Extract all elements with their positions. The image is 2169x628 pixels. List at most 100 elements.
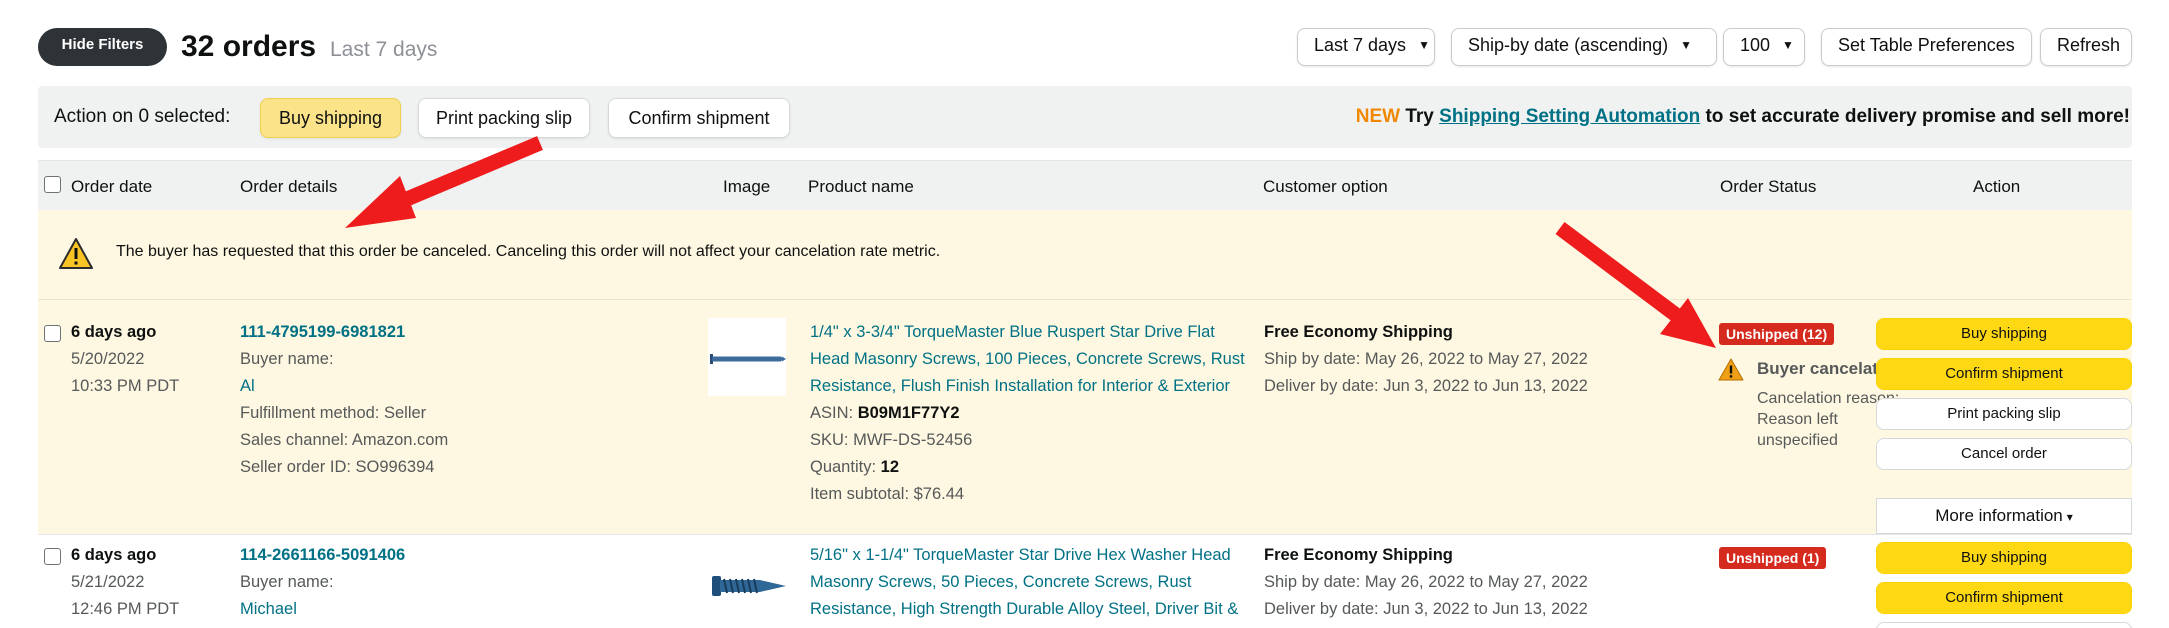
per-page-select[interactable]: 100 ▼ [1723,28,1805,66]
bulk-print-packing-slip-button[interactable]: Print packing slip [418,98,590,138]
header-action: Action [1973,177,2021,196]
order-age: 6 days ago [71,546,157,564]
header-product-name: Product name [808,177,914,196]
buyer-label: Buyer name: [240,350,334,368]
sort-value: Ship-by date (ascending) [1468,35,1669,55]
order-time: 12:46 PM PDT [71,600,180,618]
chevron-down-icon: ▼ [1418,38,1430,52]
shipping-option: Free Economy Shipping [1264,546,1453,564]
chevron-down-icon: ▼ [1680,38,1693,52]
product-thumbnail[interactable] [708,546,786,624]
order-id-link[interactable]: 114-2661166-5091406 [240,542,405,569]
asin-label: ASIN: [810,404,854,422]
order-checkbox[interactable] [44,325,61,342]
confirm-shipment-button[interactable]: Confirm shipment [1876,358,2132,390]
customer-option-cell: Free Economy Shipping Ship by date: May … [1264,319,1588,400]
customer-option-cell: Free Economy Shipping Ship by date: May … [1264,542,1588,623]
order-date: 5/21/2022 [71,573,145,591]
quantity-label: Quantity: [810,458,877,476]
order-details-cell: 114-2661166-5091406 Buyer name: Michael [240,542,405,623]
order-id-link[interactable]: 111-4795199-6981821 [240,319,448,346]
chevron-down-icon: ▼ [1782,38,1794,52]
fulfillment-method: Fulfillment method: Seller [240,404,427,422]
hide-filters-button[interactable]: Hide Filters [38,28,167,66]
product-name-line-3[interactable]: Resistance, Flush Finish Installation fo… [810,373,1245,400]
ship-by-date: Ship by date: May 26, 2022 to May 27, 20… [1264,573,1588,591]
date-range-select[interactable]: Last 7 days ▼ [1297,28,1435,66]
more-information-button[interactable]: More information ▾ [1876,498,2132,534]
buy-shipping-button[interactable]: Buy shipping [1876,318,2132,350]
product-name-line-2[interactable]: Head Masonry Screws, 100 Pieces, Concret… [810,346,1245,373]
buyer-name-link[interactable]: Michael [240,596,405,623]
header-order-status: Order Status [1720,177,1817,196]
orders-range: Last 7 days [330,38,438,61]
quantity-value: 12 [880,458,899,476]
product-cell: 1/4" x 3-3/4" TorqueMaster Blue Ruspert … [810,319,1245,508]
asin: ASIN: B09M1F77Y2 [810,400,1245,427]
sort-select[interactable]: Ship-by date (ascending) ▼ [1451,28,1717,66]
promo-new-badge: NEW [1355,106,1401,127]
quantity: Quantity: 12 [810,454,1245,481]
shipping-automation-link[interactable]: Shipping Setting Automation [1439,106,1700,127]
select-all-checkbox[interactable] [44,176,61,193]
more-information-label: More information [1935,506,2063,525]
confirm-shipment-button[interactable]: Confirm shipment [1876,582,2132,614]
product-thumbnail[interactable] [708,318,786,396]
bulk-confirm-shipment-button[interactable]: Confirm shipment [608,98,790,138]
date-range-value: Last 7 days [1314,35,1407,55]
row-divider [38,534,2132,535]
warning-icon [59,238,93,269]
sku: SKU: MWF-DS-52456 [810,431,973,449]
bulk-buy-shipping-button[interactable]: Buy shipping [260,98,401,138]
order-details-cell: 111-4795199-6981821 Buyer name: Al Fulfi… [240,319,448,481]
order-date: 5/20/2022 [71,350,145,368]
screw-image-icon [710,354,786,364]
item-subtotal: Item subtotal: $76.44 [810,485,965,503]
product-name-line-1[interactable]: 1/4" x 3-3/4" TorqueMaster Blue Ruspert … [810,319,1245,346]
orders-table-header: Order date Order details Image Product n… [38,160,2132,210]
buyer-name-link[interactable]: Al [240,373,448,400]
product-name-line-3[interactable]: Resistance, High Strength Durable Alloy … [810,596,1238,623]
screw-image-icon [712,576,786,596]
promo-rest: to set accurate delivery promise and sel… [1705,106,2130,127]
product-name-line-2[interactable]: Masonry Screws, 50 Pieces, Concrete Scre… [810,569,1238,596]
per-page-value: 100 [1740,35,1771,55]
order-time: 10:33 PM PDT [71,377,180,395]
bulk-action-bar: Action on 0 selected: Buy shipping Print… [38,86,2132,148]
sales-channel: Sales channel: Amazon.com [240,431,449,449]
header-order-details: Order details [240,177,338,196]
buyer-label: Buyer name: [240,573,334,591]
status-badge: Unshipped (12) [1719,323,1835,345]
print-packing-slip-button[interactable]: Print packing slip [1876,398,2132,430]
order-date-cell: 6 days ago 5/20/2022 10:33 PM PDT [71,319,179,400]
chevron-down-icon: ▾ [2066,510,2073,524]
ship-by-date: Ship by date: May 26, 2022 to May 27, 20… [1264,350,1588,368]
cancel-order-button[interactable]: Cancel order [1876,438,2132,470]
promo-try: Try [1405,106,1434,127]
order-checkbox[interactable] [44,548,61,565]
orders-count: 32 orders [181,30,317,63]
status-badge: Unshipped (1) [1719,547,1827,569]
cancel-request-notice: The buyer has requested that this order … [38,210,2132,300]
header-customer-option: Customer option [1263,177,1388,196]
cancel-request-text: The buyer has requested that this order … [116,243,941,260]
asin-value: B09M1F77Y2 [857,404,960,422]
order-date-cell: 6 days ago 5/21/2022 12:46 PM PDT [71,542,179,623]
header-image: Image [723,177,771,196]
product-cell: 5/16" x 1-1/4" TorqueMaster Star Drive H… [810,542,1238,623]
buy-shipping-button[interactable]: Buy shipping [1876,542,2132,574]
promo-banner: NEW Try Shipping Setting Automation to s… [1356,106,2130,128]
product-name-line-1[interactable]: 5/16" x 1-1/4" TorqueMaster Star Drive H… [810,542,1238,569]
order-age: 6 days ago [71,323,157,341]
refresh-button[interactable]: Refresh [2040,28,2132,66]
warning-icon [1718,358,1744,381]
seller-order-id: Seller order ID: SO996394 [240,458,435,476]
header-order-date[interactable]: Order date [71,177,152,197]
table-preferences-button[interactable]: Set Table Preferences [1821,28,2032,66]
shipping-option: Free Economy Shipping [1264,323,1453,341]
deliver-by-date: Deliver by date: Jun 3, 2022 to Jun 13, … [1264,377,1588,395]
action-selected-label: Action on 0 selected: [54,106,231,127]
top-bar: Hide Filters 32 orders Last 7 days Last … [0,0,2169,70]
deliver-by-date: Deliver by date: Jun 3, 2022 to Jun 13, … [1264,600,1588,618]
print-packing-slip-button[interactable] [1876,622,2132,628]
